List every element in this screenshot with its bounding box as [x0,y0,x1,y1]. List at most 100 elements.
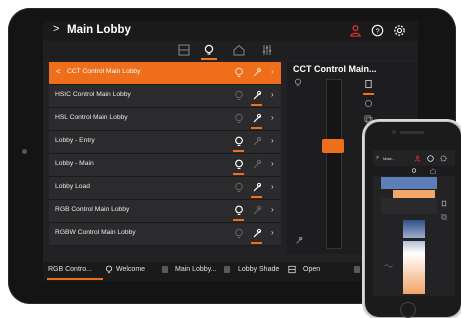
lock-icon[interactable] [252,90,262,101]
phone-title: Mast... [383,156,396,161]
chevron-right-icon[interactable]: › [271,136,274,145]
color-icon[interactable] [364,99,373,108]
lightbulb-icon[interactable] [234,90,244,101]
window-icon [288,265,296,274]
phone-home-button[interactable] [400,302,416,318]
chevron-left-icon[interactable]: < [56,67,61,76]
chevron-right-icon[interactable]: › [271,182,274,191]
lock-icon[interactable] [252,228,262,239]
state-indicator [251,127,262,129]
list-item[interactable]: Lobby - Main › [49,154,281,177]
list-item[interactable]: < CCT Control Main Lobby › [49,62,281,85]
home-icon[interactable] [233,44,245,56]
list-item[interactable]: Lobby - Entry › [49,131,281,154]
lock-icon[interactable] [252,159,262,170]
lock-icon[interactable] [252,182,262,193]
cct-slider-track[interactable] [403,220,425,294]
lock-icon[interactable] [252,136,262,147]
home-icon[interactable] [430,168,436,174]
state-indicator [233,173,244,175]
favorite-item[interactable]: Open [303,266,320,273]
state-indicator [251,196,262,198]
svg-text:?: ? [375,26,379,35]
phone-speaker [400,131,424,134]
user-alert-icon[interactable] [349,24,362,37]
lock-icon[interactable] [252,67,262,78]
device-icon[interactable] [364,79,373,89]
list-item-label: Lobby - Entry [55,137,95,144]
list-item[interactable]: HSL Control Main Lobby › [49,108,281,131]
lightbulb-icon[interactable] [234,113,244,124]
state-indicator [251,242,262,244]
chevron-right-icon[interactable]: › [271,228,274,237]
chevron-right-icon[interactable]: › [271,90,274,99]
gear-icon[interactable] [440,155,447,162]
favorite-item[interactable]: Welcome [116,266,145,273]
phone-camera [392,130,396,134]
list-item[interactable]: RGBW Control Main Lobby › [49,223,281,246]
favorite-item[interactable]: Lobby Shade [238,266,279,273]
cct-slider-thumb[interactable] [322,139,344,153]
lock-icon [296,236,303,244]
list-item-label: RGB Control Main Lobby [55,206,130,213]
user-alert-icon[interactable] [414,155,421,162]
favorite-item[interactable]: RGB Contro... [48,266,92,273]
view-tabs [43,41,418,60]
sliders-icon [224,266,230,273]
state-indicator [251,104,262,106]
gear-icon[interactable] [393,24,406,37]
lightbulb-icon[interactable] [411,168,417,174]
list-item-label: Lobby - Main [55,160,94,167]
list-item-label: HSL Control Main Lobby [55,114,128,121]
cct-slider-track[interactable] [326,79,342,249]
active-tab-indicator [201,58,217,60]
lightbulb-icon[interactable] [234,182,244,193]
list-item[interactable] [381,206,437,214]
help-icon[interactable]: ? [371,24,384,37]
selected-row[interactable] [381,177,437,189]
tablet-camera [22,149,27,154]
control-panel-title: CCT Control Main... [293,64,377,74]
list-item-label: RGBW Control Main Lobby [55,229,136,236]
list-item-label: Lobby Load [55,183,90,190]
chevron-right-icon[interactable]: > [376,155,379,161]
sliders-icon [162,266,168,273]
sliders-icon[interactable] [353,265,361,274]
lightbulb-icon[interactable] [234,205,244,216]
device-icon[interactable] [441,200,447,207]
chevron-right-icon[interactable]: › [271,67,274,76]
list-item[interactable]: HSIC Control Main Lobby › [49,85,281,108]
help-icon[interactable] [427,155,434,162]
lightbulb-icon[interactable] [234,228,244,239]
lightbulb-icon [105,265,113,274]
lightbulb-icon[interactable] [234,159,244,170]
favorite-item[interactable]: Main Lobby... [175,266,217,273]
list-item[interactable] [381,198,437,206]
lightbulb-icon [294,78,302,87]
chevron-right-icon[interactable]: › [271,159,274,168]
lightbulb-icon[interactable] [203,44,215,56]
warm-swatch [393,190,435,198]
room-icon[interactable] [178,44,190,56]
tablet-screen: > Main Lobby ? < CCT Control Main Lobby … [43,21,418,281]
lock-icon[interactable] [252,113,262,124]
lightbulb-icon[interactable] [234,136,244,147]
chevron-right-icon[interactable]: > [53,23,59,35]
chevron-right-icon[interactable]: › [271,113,274,122]
list-item[interactable]: Lobby Load › [49,177,281,200]
list-item[interactable]: RGB Control Main Lobby › [49,200,281,223]
sliders-icon[interactable] [261,44,273,56]
state-indicator [233,219,244,221]
active-favorite-indicator [47,278,103,280]
copy-icon[interactable] [441,214,447,220]
phone-screen: > Mast... [373,150,455,296]
state-indicator [363,93,374,95]
lightbulb-icon[interactable] [234,67,244,78]
chevron-right-icon[interactable]: › [271,205,274,214]
list-item-label: HSIC Control Main Lobby [55,91,131,98]
wave-icon [384,264,393,268]
cct-slider-thumb[interactable] [403,238,425,241]
state-indicator [233,150,244,152]
list-item-label: CCT Control Main Lobby [67,68,141,75]
lock-icon[interactable] [252,205,262,216]
